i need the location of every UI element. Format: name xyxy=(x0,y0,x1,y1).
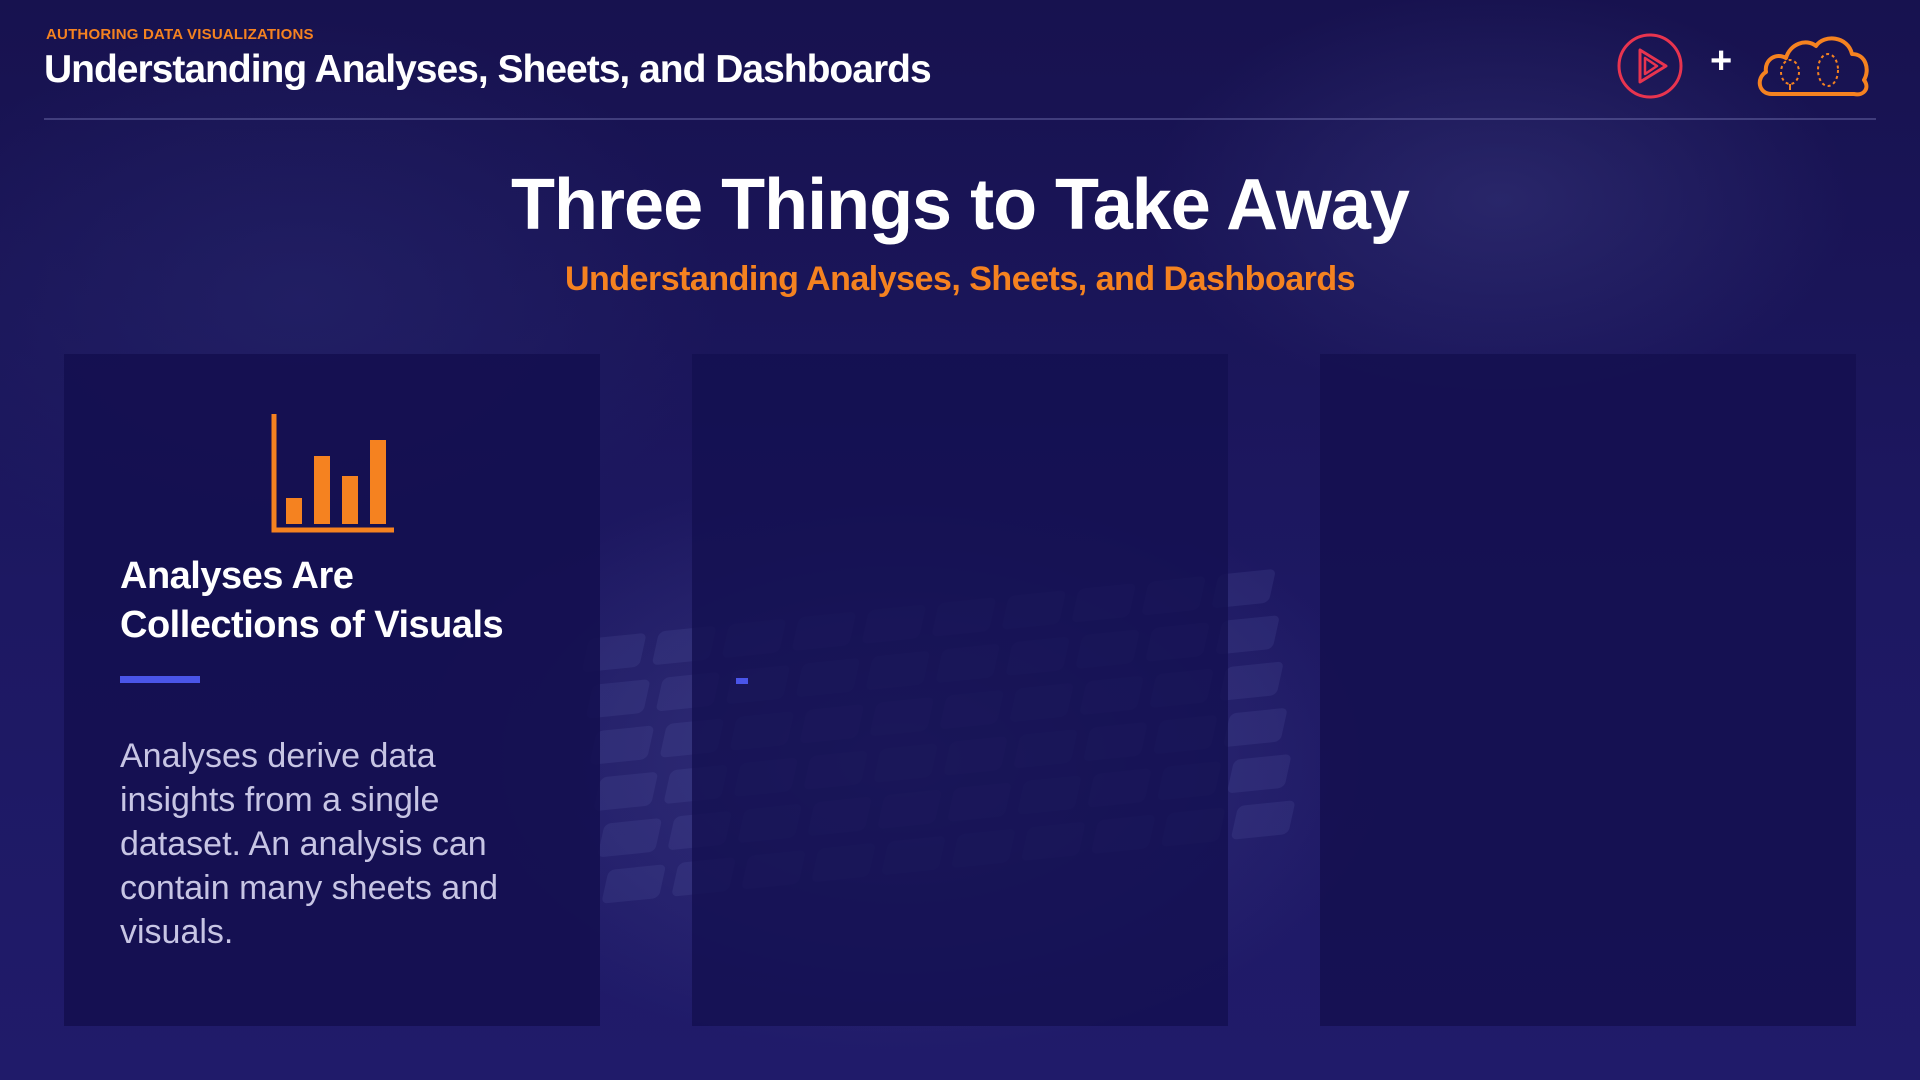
slide-header: AUTHORING DATA VISUALIZATIONS Understand… xyxy=(44,24,1876,120)
takeaway-card-1: Analyses Are Collections of Visuals Anal… xyxy=(64,354,600,1026)
cloud-icon xyxy=(1757,36,1869,97)
slide-title: Three Things to Take Away xyxy=(511,165,1410,245)
card-heading: Analyses Are Collections of Visuals xyxy=(120,555,504,646)
bar-chart-icon xyxy=(271,414,394,533)
keyboard-key-shape xyxy=(1218,661,1284,702)
takeaway-card-3 xyxy=(1320,354,1856,1026)
plus-sign: + xyxy=(1710,40,1733,82)
header-divider xyxy=(44,118,1876,120)
slide-subtitle: Understanding Analyses, Sheets, and Dash… xyxy=(564,260,1356,298)
pluralsight-play-icon xyxy=(1617,33,1683,99)
brand-logos: + xyxy=(1616,28,1876,108)
keyboard-key-shape xyxy=(601,864,667,904)
section-eyebrow: AUTHORING DATA VISUALIZATIONS xyxy=(46,26,314,43)
page-title: Understanding Analyses, Sheets, and Dash… xyxy=(44,48,932,91)
keyboard-key-shape xyxy=(1222,707,1288,748)
card-accent-bar xyxy=(120,676,200,683)
keyboard-key-shape xyxy=(593,771,659,812)
card-accent-bar xyxy=(736,678,748,684)
card-body-text: Analyses derive data insights from a sin… xyxy=(120,737,499,951)
keyboard-key-shape xyxy=(597,817,663,858)
takeaway-card-2 xyxy=(692,354,1228,1026)
